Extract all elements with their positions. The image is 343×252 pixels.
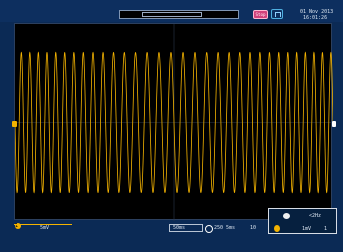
trigger-mode-button[interactable] bbox=[271, 9, 283, 19]
trigger-source-icon bbox=[205, 225, 213, 233]
timebase-text: 50ms bbox=[173, 225, 186, 231]
trigger-level-text: 10 bbox=[250, 225, 257, 231]
run-stop-label: Stop bbox=[255, 12, 266, 17]
measure-unit: 1mV bbox=[302, 226, 312, 232]
channel-1-ground-marker[interactable] bbox=[12, 121, 17, 127]
sample-rate-text: 250 5ms bbox=[214, 225, 236, 231]
waveform-svg bbox=[14, 24, 334, 221]
frequency-label: <2Hz bbox=[309, 213, 322, 219]
trigger-icon bbox=[275, 12, 281, 17]
waveform-display[interactable] bbox=[14, 23, 334, 221]
memory-bar[interactable] bbox=[119, 10, 239, 19]
memory-window-indicator bbox=[142, 12, 202, 17]
measure-channel-icon bbox=[274, 225, 280, 232]
oscilloscope-screen: Stop 01 Nov 2013 16:01:26 1 5mV 50ms 250… bbox=[0, 0, 343, 252]
run-stop-button[interactable]: Stop bbox=[253, 10, 268, 19]
frequency-counter-icon bbox=[283, 213, 290, 219]
measure-channel-count: 1 bbox=[324, 226, 328, 232]
channel-vdiv: 5mV bbox=[40, 225, 50, 231]
trigger-level-marker[interactable] bbox=[332, 121, 336, 127]
time-text: 16:01:26 bbox=[303, 15, 328, 21]
